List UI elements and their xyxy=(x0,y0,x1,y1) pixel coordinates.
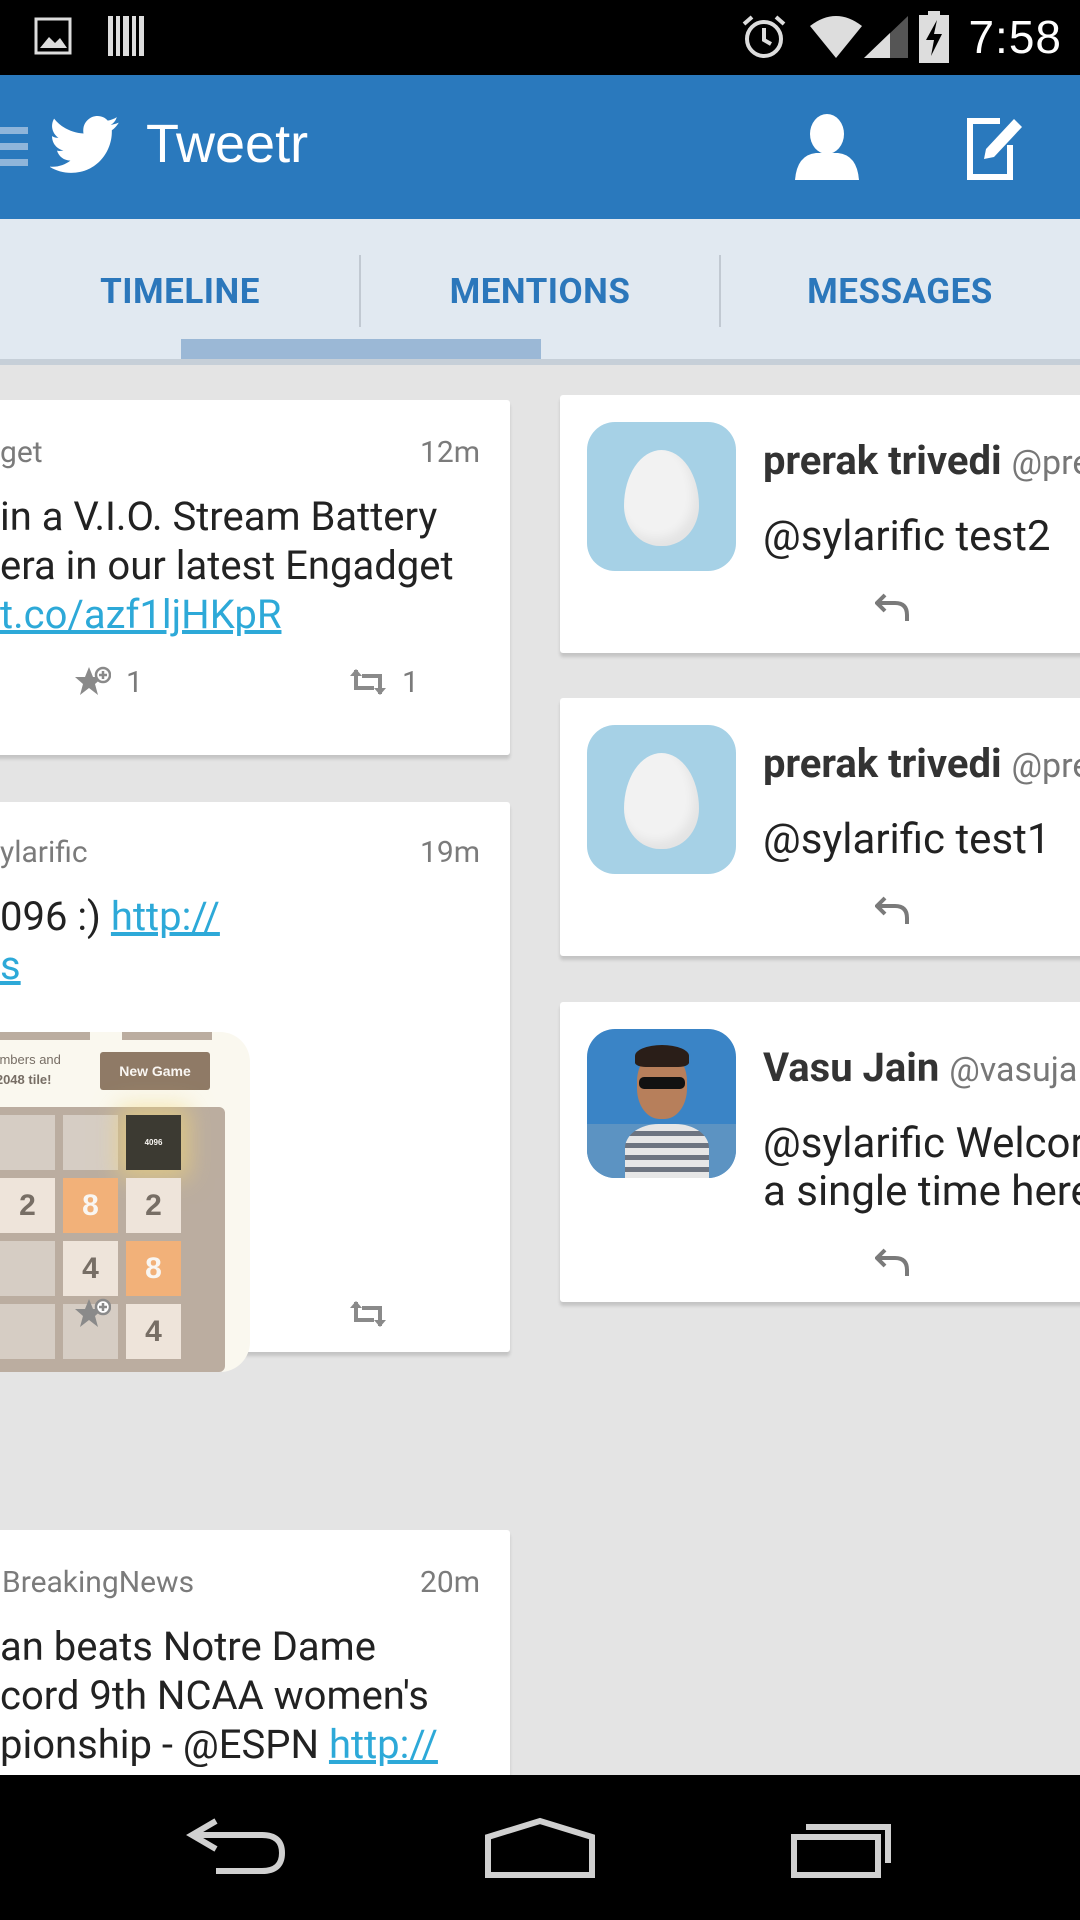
favorite-count: 1 xyxy=(126,665,143,700)
tab-indicator xyxy=(181,339,541,359)
tweet-text-line: an beats Notre Dame xyxy=(0,1623,376,1670)
user-photo-avatar[interactable] xyxy=(587,1029,736,1178)
tweet-text-line: cord 9th NCAA women's xyxy=(0,1672,429,1719)
recent-apps-icon[interactable] xyxy=(790,1815,898,1879)
game-tile: 4096 xyxy=(126,1115,181,1170)
mention-text: @sylarific test2 xyxy=(763,512,1051,561)
game-tile: 4 xyxy=(126,1304,181,1359)
drawer-toggle-icon[interactable] xyxy=(0,125,30,169)
photo-shirt xyxy=(625,1124,709,1178)
mention-card[interactable]: prerak trivedi @pre @sylarific test2 xyxy=(560,395,1080,653)
author-name: prerak trivedi xyxy=(763,437,1002,484)
mentions-column: prerak trivedi @pre @sylarific test2 pre… xyxy=(540,365,1080,1775)
tweet-time: 19m xyxy=(419,835,480,870)
battery-charging-icon xyxy=(919,11,949,63)
game-tile: 8 xyxy=(63,1178,118,1233)
mention-author: Vasu Jain @vasuja xyxy=(763,1044,1077,1091)
mention-author: prerak trivedi @pre xyxy=(763,740,1080,787)
wifi-icon xyxy=(810,16,862,58)
tweet-link[interactable]: http:// xyxy=(329,1721,438,1768)
twitter-bird-icon xyxy=(50,115,119,173)
game-tile xyxy=(0,1241,55,1296)
avatar[interactable] xyxy=(587,422,736,571)
tweet-text-line: 096 :) http:// xyxy=(0,892,220,941)
profile-icon[interactable] xyxy=(794,113,860,181)
tab-messages[interactable]: MESSAGES xyxy=(720,219,1080,359)
mention-text-line: @sylarific Welcor xyxy=(763,1119,1080,1168)
tweet-author: get xyxy=(0,435,43,470)
reply-icon[interactable] xyxy=(875,591,911,623)
back-icon[interactable] xyxy=(186,1815,290,1877)
tweet-card[interactable]: BreakingNews 20m an beats Notre Dame cor… xyxy=(0,1530,510,1775)
game-tile xyxy=(0,1115,55,1170)
alarm-icon xyxy=(742,15,786,58)
tweet-text-line: era in our latest Engadget xyxy=(0,542,454,589)
cell-signal-icon xyxy=(864,16,908,58)
reply-icon[interactable] xyxy=(875,894,911,926)
tweet-author: ylarific xyxy=(0,835,88,870)
game-tile xyxy=(63,1115,118,1170)
game-tile: 4 xyxy=(63,1241,118,1296)
author-name: prerak trivedi xyxy=(763,740,1002,787)
barcode-notification-icon xyxy=(108,16,144,56)
game-tile: 2 xyxy=(126,1178,181,1233)
tweet-text-line: pionship - @ESPN http:// xyxy=(0,1720,438,1769)
tweet-link[interactable]: http:// xyxy=(111,893,220,940)
gallery-notification-icon xyxy=(34,17,72,55)
favorite-icon[interactable] xyxy=(75,1297,111,1331)
tweet-card[interactable]: ylarific 19m 096 :) http:// s numbers an… xyxy=(0,802,510,1372)
default-egg-avatar-icon xyxy=(624,450,699,546)
new-game-button: New Game xyxy=(100,1052,210,1090)
tweet-card[interactable]: get 12m in a V.I.O. Stream Battery era i… xyxy=(0,400,510,755)
tweet-time: 12m xyxy=(419,435,480,470)
mention-text: @sylarific test1 xyxy=(763,815,1051,864)
tweet-time: 20m xyxy=(419,1565,480,1600)
tab-bar: TIMELINE MENTIONS MESSAGES xyxy=(0,219,1080,365)
author-handle: @pre xyxy=(1011,746,1080,786)
game-hint-line: numbers and xyxy=(0,1052,61,1067)
photo-sunglasses xyxy=(639,1077,685,1089)
retweet-icon[interactable] xyxy=(350,1300,386,1328)
tweet-text: 096 :) xyxy=(0,893,111,940)
game-board: 4096 2 8 2 4 8 4 xyxy=(0,1107,225,1372)
tab-mentions[interactable]: MENTIONS xyxy=(360,219,720,359)
photo-hair xyxy=(635,1045,689,1067)
compose-icon[interactable] xyxy=(966,113,1024,181)
default-egg-avatar-icon xyxy=(624,753,699,849)
tweet-image[interactable]: numbers and e 2048 tile! New Game 4096 2… xyxy=(0,1032,250,1372)
author-handle: @pre xyxy=(1011,443,1080,483)
action-bar: Tweetr xyxy=(0,75,1080,219)
tweet-text-line: in a V.I.O. Stream Battery xyxy=(0,493,438,540)
game-tile: 2 xyxy=(0,1178,55,1233)
mention-card[interactable]: Vasu Jain @vasuja @sylarific Welcor a si… xyxy=(560,1002,1080,1302)
image-top-bar xyxy=(122,1032,212,1040)
tweet-link[interactable]: t.co/azf1ljHKpR xyxy=(0,590,281,639)
retweet-count: 1 xyxy=(402,665,419,700)
mention-text-line: a single time here xyxy=(763,1167,1080,1216)
mention-author: prerak trivedi @pre xyxy=(763,437,1080,484)
timeline-column: get 12m in a V.I.O. Stream Battery era i… xyxy=(0,365,520,1775)
image-top-bar xyxy=(0,1032,90,1040)
tab-timeline[interactable]: TIMELINE xyxy=(0,219,360,359)
author-handle: @vasuja xyxy=(949,1050,1078,1090)
tweet-text: pionship - @ESPN xyxy=(0,1721,329,1768)
game-hint-line: e 2048 tile! xyxy=(0,1072,52,1087)
status-bar: 7:58 xyxy=(0,0,1080,75)
app-title: Tweetr xyxy=(146,114,309,174)
avatar[interactable] xyxy=(587,725,736,874)
tweet-link[interactable]: s xyxy=(0,941,21,990)
game-tile: 8 xyxy=(126,1241,181,1296)
clock: 7:58 xyxy=(968,11,1062,63)
reply-icon[interactable] xyxy=(875,1246,911,1278)
navigation-bar xyxy=(0,1775,1080,1920)
tweet-author: BreakingNews xyxy=(2,1565,195,1600)
retweet-icon[interactable] xyxy=(350,668,386,696)
favorite-icon[interactable] xyxy=(75,665,111,699)
mention-card[interactable]: prerak trivedi @pre @sylarific test1 xyxy=(560,698,1080,956)
author-name: Vasu Jain xyxy=(763,1044,940,1091)
home-icon[interactable] xyxy=(482,1817,598,1879)
game-tile xyxy=(0,1304,55,1359)
